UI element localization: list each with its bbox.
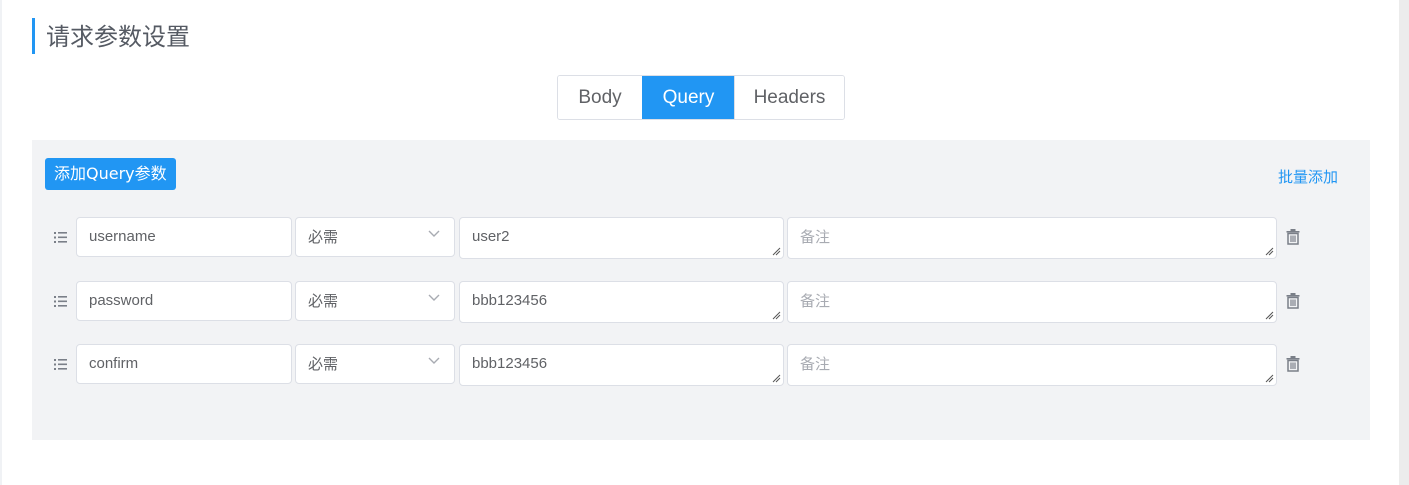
required-select[interactable]: 必需: [295, 281, 455, 321]
param-type-tabs: Body Query Headers: [557, 75, 845, 120]
param-name-input[interactable]: password: [76, 281, 292, 321]
list-drag-icon[interactable]: [54, 359, 67, 370]
note-placeholder: 备注: [800, 355, 831, 373]
param-name-input[interactable]: username: [76, 217, 292, 257]
resize-handle-icon[interactable]: [772, 311, 781, 320]
trash-icon[interactable]: [1286, 293, 1300, 309]
page-container: 请求参数设置 Body Query Headers 添加Query参数 批量添加…: [2, 0, 1399, 485]
param-note-textarea[interactable]: 备注: [787, 217, 1277, 259]
resize-handle-icon[interactable]: [1265, 247, 1274, 256]
query-params-panel: 添加Query参数 批量添加 username 必需 user2 备注 pass…: [32, 140, 1370, 440]
chevron-down-icon: [428, 357, 440, 364]
batch-add-link[interactable]: 批量添加: [1278, 166, 1338, 187]
add-query-param-button[interactable]: 添加Query参数: [45, 158, 176, 190]
resize-handle-icon[interactable]: [772, 374, 781, 383]
param-row: password 必需 bbb123456 备注: [32, 281, 1370, 323]
required-select-value: 必需: [308, 292, 339, 310]
param-value-text: bbb123456: [472, 355, 548, 372]
trash-icon[interactable]: [1286, 356, 1300, 372]
note-placeholder: 备注: [800, 228, 831, 246]
param-note-textarea[interactable]: 备注: [787, 344, 1277, 386]
param-value-text: bbb123456: [472, 292, 548, 309]
resize-handle-icon[interactable]: [772, 247, 781, 256]
note-placeholder: 备注: [800, 292, 831, 310]
param-row: confirm 必需 bbb123456 备注: [32, 344, 1370, 386]
list-drag-icon[interactable]: [54, 296, 67, 307]
resize-handle-icon[interactable]: [1265, 374, 1274, 383]
param-note-textarea[interactable]: 备注: [787, 281, 1277, 323]
required-select[interactable]: 必需: [295, 344, 455, 384]
param-value-textarea[interactable]: user2: [459, 217, 784, 259]
chevron-down-icon: [428, 294, 440, 301]
param-value-textarea[interactable]: bbb123456: [459, 281, 784, 323]
chevron-down-icon: [428, 230, 440, 237]
section-title: 请求参数设置: [32, 18, 190, 54]
required-select-value: 必需: [308, 228, 339, 246]
resize-handle-icon[interactable]: [1265, 311, 1274, 320]
list-drag-icon[interactable]: [54, 232, 67, 243]
param-name-input[interactable]: confirm: [76, 344, 292, 384]
scrollbar-track[interactable]: [1399, 0, 1409, 485]
param-value-text: user2: [472, 228, 510, 245]
tab-headers[interactable]: Headers: [734, 76, 844, 119]
tab-body[interactable]: Body: [558, 76, 642, 119]
required-select[interactable]: 必需: [295, 217, 455, 257]
param-row: username 必需 user2 备注: [32, 217, 1370, 259]
tab-query[interactable]: Query: [642, 76, 734, 119]
required-select-value: 必需: [308, 355, 339, 373]
param-value-textarea[interactable]: bbb123456: [459, 344, 784, 386]
trash-icon[interactable]: [1286, 229, 1300, 245]
